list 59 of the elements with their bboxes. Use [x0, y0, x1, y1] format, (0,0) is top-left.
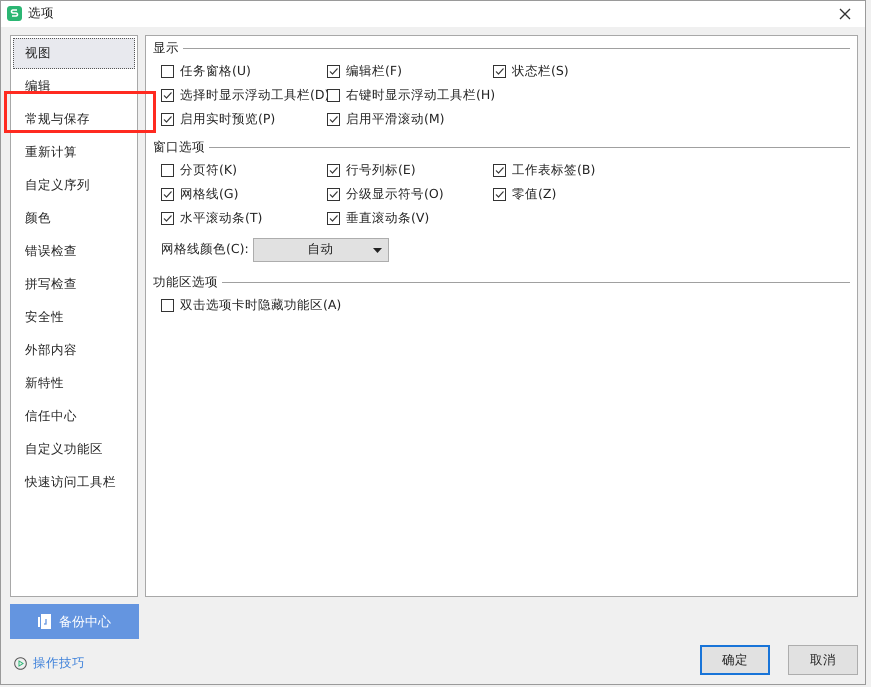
checkbox-label: 右键时显示浮动工具栏(H): [346, 87, 496, 104]
checkbox-label: 状态栏(S): [512, 63, 569, 80]
checkbox-label: 分级显示符号(O): [346, 186, 444, 204]
checkbox-label: 工作表标签(B): [512, 162, 596, 180]
sidebar-item[interactable]: 快速访问工具栏: [13, 466, 135, 498]
checkbox-label: 启用平滑滚动(M): [346, 111, 445, 128]
sidebar-item[interactable]: 信任中心: [13, 400, 135, 432]
dropdown-label: 网格线颜色(C):: [161, 241, 249, 258]
checkbox[interactable]: [327, 89, 340, 102]
sidebar-item[interactable]: 新特性: [13, 368, 135, 399]
checkbox-label: 水平滚动条(T): [180, 210, 262, 228]
checkbox[interactable]: [327, 164, 340, 178]
checkbox-label: 网格线(G): [180, 186, 238, 204]
caret-icon: [372, 248, 382, 253]
sidebar-item[interactable]: 常规与保存: [13, 104, 135, 135]
sidebar-item[interactable]: 拼写检查: [13, 268, 135, 300]
checkbox[interactable]: [493, 65, 506, 78]
color-dropdown[interactable]: 自动: [252, 238, 389, 262]
window-title: 选项: [28, 5, 54, 22]
checkbox-label: 任务窗格(U): [180, 63, 251, 80]
checkbox-label: 编辑栏(F): [346, 63, 402, 80]
dialog-button[interactable]: 取消: [788, 645, 858, 675]
checkbox-label: 垂直滚动条(V): [346, 210, 430, 228]
checkbox[interactable]: [161, 299, 174, 312]
play-icon: [14, 657, 27, 670]
checkbox[interactable]: [161, 188, 174, 202]
sidebar-item[interactable]: 安全性: [13, 302, 135, 333]
checkbox-label: 启用实时预览(P): [180, 111, 276, 128]
checkbox-label: 分页符(K): [180, 162, 237, 180]
tips-link[interactable]: 操作技巧: [33, 655, 85, 672]
sidebar-item[interactable]: 编辑: [13, 70, 135, 102]
sidebar-item[interactable]: 颜色: [13, 202, 135, 234]
checkbox[interactable]: [493, 164, 506, 178]
checkbox[interactable]: [327, 188, 340, 202]
app-logo-icon: [7, 6, 22, 22]
section-title: 显示: [153, 40, 179, 57]
checkbox[interactable]: [327, 212, 340, 226]
sidebar-item[interactable]: 自定义功能区: [13, 434, 135, 465]
sidebar-item[interactable]: 外部内容: [13, 334, 135, 366]
checkbox[interactable]: [327, 113, 340, 126]
sidebar-item[interactable]: 视图: [13, 38, 135, 69]
sidebar-item[interactable]: 错误检查: [13, 236, 135, 267]
checkbox[interactable]: [161, 212, 174, 226]
document-icon: [38, 614, 51, 630]
close-icon[interactable]: [837, 6, 853, 22]
section-title: 窗口选项: [153, 138, 205, 156]
section-title: 功能区选项: [153, 274, 218, 291]
checkbox-label: 零值(Z): [512, 186, 556, 204]
sidebar-item[interactable]: 自定义序列: [13, 170, 135, 201]
checkbox[interactable]: [161, 65, 174, 78]
sidebar-item[interactable]: 重新计算: [13, 136, 135, 168]
checkbox[interactable]: [161, 89, 174, 102]
checkbox[interactable]: [161, 113, 174, 126]
checkbox-label: 行号列标(E): [346, 162, 416, 180]
checkbox[interactable]: [161, 164, 174, 178]
checkbox[interactable]: [493, 188, 506, 202]
checkbox-label: 双击选项卡时隐藏功能区(A): [180, 297, 342, 314]
checkbox[interactable]: [327, 65, 340, 78]
dialog-button[interactable]: 确定: [700, 645, 770, 675]
